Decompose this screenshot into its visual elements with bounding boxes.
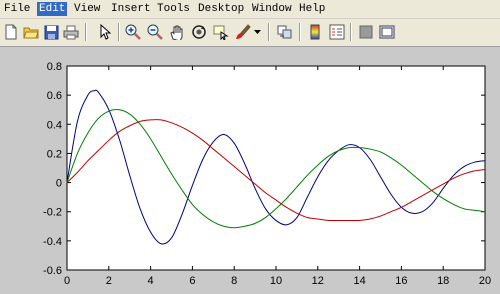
save-icon[interactable] <box>42 22 60 42</box>
y-tick-label: -0.2 <box>43 207 62 219</box>
zoom-in-icon[interactable] <box>124 22 142 42</box>
y-tick-label: 0.2 <box>47 148 62 160</box>
data-cursor-icon[interactable] <box>212 22 230 42</box>
menu-edit[interactable]: Edit <box>37 2 68 16</box>
x-tick-label: 8 <box>231 275 237 287</box>
rotate-3d-icon[interactable] <box>190 22 208 42</box>
insert-colorbar-icon[interactable] <box>306 22 324 42</box>
y-tick-label: 0.8 <box>47 61 62 73</box>
menu-help[interactable]: Help <box>297 2 327 16</box>
edit-plot-arrow-icon[interactable] <box>96 22 114 42</box>
y-tick-label: -0.6 <box>43 265 62 277</box>
x-tick-label: 0 <box>64 275 70 287</box>
plot-canvas: 0 2 4 6 8 10 12 14 16 18 20 0.8 0.6 0.4 0.2 0 -0.2 -0.4 -0… <box>43 61 491 287</box>
toolbar-separator <box>268 23 269 41</box>
menu-window[interactable]: Window <box>250 2 294 16</box>
open-file-icon[interactable] <box>22 22 40 42</box>
x-tick-label: 20 <box>479 275 491 287</box>
menu-tools[interactable]: Tools <box>155 2 192 16</box>
zoom-out-icon[interactable] <box>146 22 164 42</box>
brush-icon[interactable] <box>234 22 252 42</box>
brush-dropdown-icon[interactable] <box>252 22 262 42</box>
link-plot-icon[interactable] <box>276 22 294 42</box>
y-tick-label: 0 <box>56 178 62 190</box>
hide-plot-tools-icon[interactable] <box>357 22 375 42</box>
toolbar-separator <box>299 23 300 41</box>
show-plot-tools-icon[interactable] <box>378 22 396 42</box>
new-figure-icon[interactable] <box>2 22 20 42</box>
menu-desktop[interactable]: Desktop <box>196 2 246 16</box>
menu-bar: File Edit View Insert Tools Desktop Wind… <box>0 0 500 19</box>
y-tick-label: 0.4 <box>47 119 62 131</box>
menu-insert[interactable]: Insert <box>109 2 153 16</box>
axes-box <box>66 65 486 271</box>
x-tick-label: 12 <box>312 275 324 287</box>
y-tick-label: -0.4 <box>43 236 62 248</box>
x-tick-label: 16 <box>395 275 407 287</box>
toolbar-separator <box>118 23 119 41</box>
x-tick-label: 18 <box>437 275 449 287</box>
pan-hand-icon[interactable] <box>168 22 186 42</box>
menu-view[interactable]: View <box>72 2 102 16</box>
x-tick-label: 2 <box>106 275 112 287</box>
x-tick-label: 6 <box>189 275 195 287</box>
y-tick-label: 0.6 <box>47 90 62 102</box>
insert-legend-icon[interactable] <box>328 22 346 42</box>
x-tick-label: 14 <box>353 275 365 287</box>
menu-file[interactable]: File <box>2 2 32 16</box>
x-tick-label: 4 <box>148 275 154 287</box>
x-tick-label: 10 <box>270 275 282 287</box>
print-icon[interactable] <box>62 22 80 42</box>
toolbar-separator <box>85 23 86 41</box>
figure-toolbar <box>0 19 500 47</box>
toolbar-separator <box>350 23 351 41</box>
